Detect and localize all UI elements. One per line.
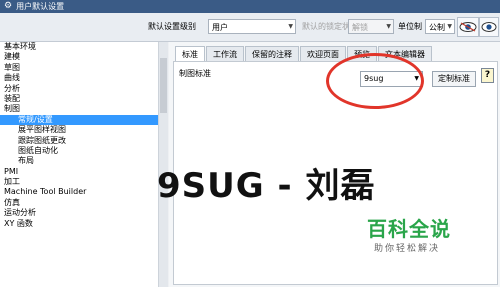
tree-item-machine-tool-builder[interactable]: Machine Tool Builder bbox=[0, 187, 159, 197]
tree-item-track-drawing-changes[interactable]: 跟踪图纸更改 bbox=[0, 136, 159, 146]
tree-item-pmi[interactable]: PMI bbox=[0, 167, 159, 177]
watermark-text: 9SUG - 刘磊 bbox=[157, 166, 376, 206]
tree-item-basic-environment[interactable]: 基本环境 bbox=[0, 42, 159, 52]
eye-icon bbox=[481, 22, 497, 32]
tab-welcome-page[interactable]: 欢迎页面 bbox=[300, 46, 346, 61]
tree-item-curve[interactable]: 曲线 bbox=[0, 73, 159, 83]
category-tree: 基本环境 建模 草图 曲线 分析 装配 制图 常规/设置 展平图样视图 跟踪图纸… bbox=[0, 42, 160, 287]
level-select[interactable]: 用户 ▼ bbox=[208, 19, 296, 34]
tree-item-xy-functions[interactable]: XY 函数 bbox=[0, 219, 159, 229]
customize-standard-button[interactable]: 定制标准 bbox=[432, 71, 476, 87]
tree-item-simulation[interactable]: 仿真 bbox=[0, 198, 159, 208]
view-icon-button[interactable] bbox=[457, 17, 479, 37]
chevron-down-icon: ▼ bbox=[447, 23, 452, 30]
tree-item-motion-analysis[interactable]: 运动分析 bbox=[0, 208, 159, 218]
tree-item-analysis[interactable]: 分析 bbox=[0, 84, 159, 94]
level-label: 默认设置级别 bbox=[148, 22, 196, 31]
help-icon[interactable]: ? bbox=[481, 68, 494, 83]
unit-label: 单位制 bbox=[398, 22, 422, 31]
tab-workflow[interactable]: 工作流 bbox=[206, 46, 244, 61]
drafting-standard-label: 制图标准 bbox=[179, 69, 211, 78]
tree-item-assembly[interactable]: 装配 bbox=[0, 94, 159, 104]
lock-value: 解锁 bbox=[352, 23, 368, 32]
highlight-circle bbox=[326, 53, 424, 109]
tree-item-machining[interactable]: 加工 bbox=[0, 177, 159, 187]
level-value: 用户 bbox=[212, 23, 228, 32]
tab-retained-annotations[interactable]: 保留的注释 bbox=[245, 46, 299, 61]
tree-item-drawing-automation[interactable]: 图纸自动化 bbox=[0, 146, 159, 156]
eye-icon bbox=[459, 22, 477, 32]
tree-item-drafting[interactable]: 制图 bbox=[0, 104, 159, 114]
tree-item-flat-pattern-view[interactable]: 展平图样视图 bbox=[0, 125, 159, 135]
scrollbar-thumb[interactable] bbox=[160, 58, 167, 113]
toolbar: 默认设置级别 用户 ▼ 默认的锁定状态 解锁 ▼ 单位制 公制 ▼ bbox=[0, 13, 500, 42]
brand-logo-title: 百科全说 bbox=[367, 217, 451, 241]
window-titlebar: ⚙ 用户默认设置 bbox=[0, 0, 500, 13]
tab-standard[interactable]: 标准 bbox=[175, 46, 205, 61]
tree-item-modeling[interactable]: 建模 bbox=[0, 52, 159, 62]
window-title: 用户默认设置 bbox=[16, 2, 65, 11]
lock-select[interactable]: 解锁 ▼ bbox=[348, 19, 394, 34]
tree-item-sketch[interactable]: 草图 bbox=[0, 63, 159, 73]
tree-item-general-settings[interactable]: 常规/设置 bbox=[0, 114, 159, 126]
view-all-icon-button[interactable] bbox=[479, 17, 499, 37]
unit-value: 公制 bbox=[429, 23, 445, 32]
unit-select[interactable]: 公制 ▼ bbox=[425, 19, 455, 34]
tree-item-layout[interactable]: 布局 bbox=[0, 156, 159, 166]
brand-logo-subtitle: 助你轻松解决 bbox=[374, 244, 441, 254]
gear-icon: ⚙ bbox=[4, 1, 13, 11]
chevron-down-icon: ▼ bbox=[288, 23, 293, 30]
chevron-down-icon: ▼ bbox=[386, 23, 391, 30]
